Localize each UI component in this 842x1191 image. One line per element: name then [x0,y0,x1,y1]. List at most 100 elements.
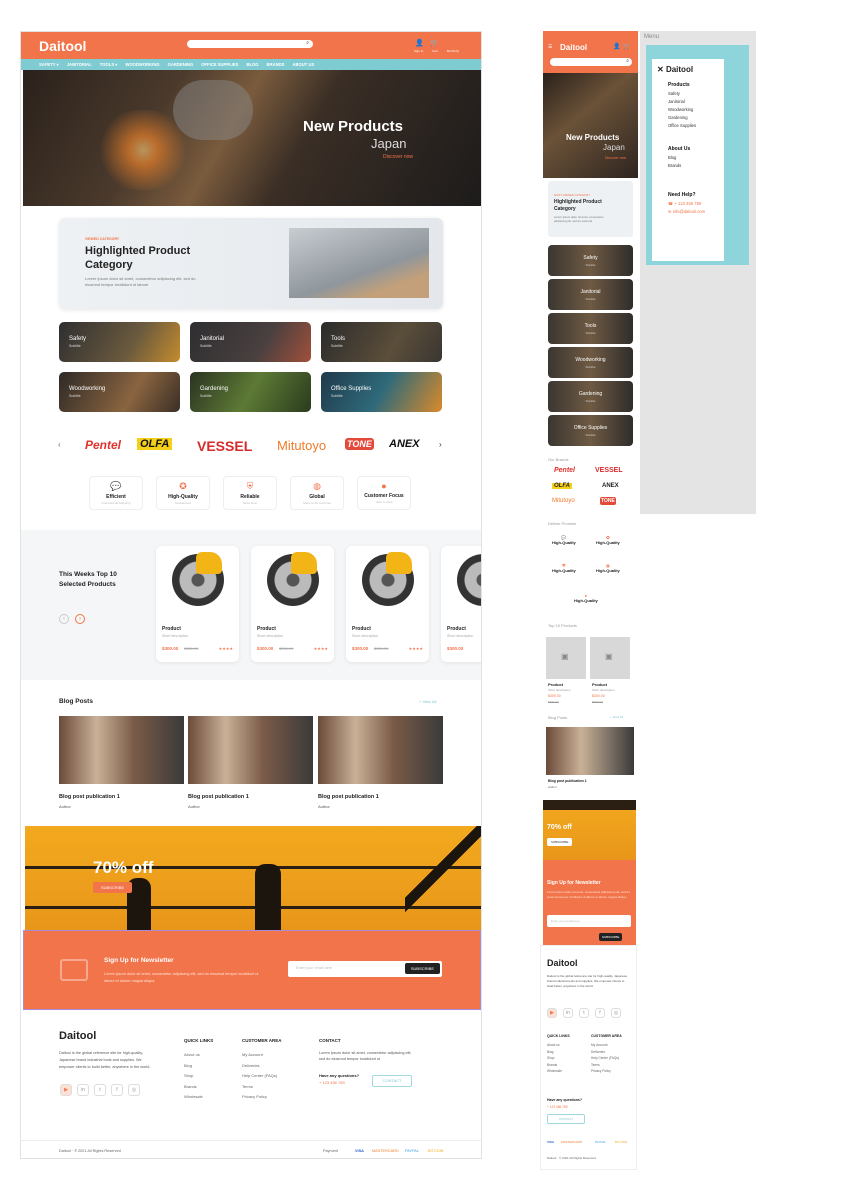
instagram-icon[interactable]: ◎ [611,1008,621,1018]
footer-link[interactable]: Help Center (FAQs) [242,1071,277,1082]
blog-post-title[interactable]: Blog post publication 1 [188,794,249,800]
brand-vessel[interactable]: VESSEL [595,467,623,474]
nav-janitorial[interactable]: JANITORIAL [67,62,92,67]
youtube-icon[interactable]: ▶ [60,1084,72,1096]
mobile-search-input[interactable]: ⌕ [550,58,632,66]
footer-link[interactable]: Deliveries [242,1061,277,1072]
user-icon[interactable]: 👤 [613,43,620,50]
nav-tools[interactable]: TOOLS ▾ [100,62,118,67]
mobile-category-office[interactable]: Office Supplies Subtitle [548,415,633,446]
close-icon[interactable]: ✕ [657,65,666,74]
brand-pentel[interactable]: Pentel [554,467,575,474]
prev-arrow-icon[interactable]: ‹ [59,614,69,624]
nav-blog[interactable]: BLOG [246,62,258,67]
nav-office[interactable]: OFFICE SUPPLIES [201,62,238,67]
menu-item[interactable]: Woodworking [668,106,696,114]
brand-tone[interactable]: TONE [600,497,616,505]
footer-link[interactable]: Wholesale [184,1092,203,1103]
contact-phone[interactable]: + 123 456 789 [319,1080,345,1085]
product-card[interactable]: Product Short description $300.00 [441,546,481,662]
linkedin-icon[interactable]: in [563,1008,573,1018]
menu-email[interactable]: ✉ info@daitool.com [668,208,705,216]
mobile-contact-button[interactable]: CONTACT [547,1114,585,1124]
instagram-icon[interactable]: ◎ [128,1084,140,1096]
signin-label[interactable]: Sign In [414,49,423,53]
cart-icon[interactable]: 🛒 [430,39,439,47]
footer-link[interactable]: My Account [242,1050,277,1061]
menu-item[interactable]: Brands [668,162,690,170]
brand-anex[interactable]: ANEX [389,438,420,450]
mobile-category-janitorial[interactable]: Janitorial Subtitle [548,279,633,310]
brand-mitutoyo[interactable]: Mitutoyo [277,438,326,453]
youtube-icon[interactable]: ▶ [547,1008,557,1018]
search-icon[interactable]: ⌕ [306,40,309,46]
twitter-icon[interactable]: t [579,1008,589,1018]
twitter-icon[interactable]: t [94,1084,106,1096]
footer-link[interactable]: Brands [184,1082,203,1093]
linkedin-icon[interactable]: in [77,1084,89,1096]
mobile-category-safety[interactable]: Safety Subtitle [548,245,633,276]
mobile-blog-image[interactable] [546,727,634,775]
mobile-category-tools[interactable]: Tools Subtitle [548,313,633,344]
search-icon[interactable]: ⌕ [626,58,629,64]
menu-item[interactable]: Safety [668,90,696,98]
menu-item[interactable]: Janitorial [668,98,696,106]
menu-item[interactable]: Gardening [668,114,696,122]
product-image-placeholder[interactable]: ▣ [546,637,586,679]
contact-button[interactable]: CONTACT [372,1075,412,1087]
mobile-hero-link[interactable]: Discover now [605,156,626,160]
menu-phone[interactable]: ☎ + 123 456 789 [668,200,705,208]
promo-subscribe-button[interactable]: SUBSCRIBE [93,882,133,893]
product-card[interactable]: Product Short description $300.00 $350.00 ★★… [346,546,429,662]
footer-link[interactable]: Shop [184,1071,203,1082]
mobile-promo-button[interactable]: SUBSCRIBE [547,838,573,846]
footer-link[interactable]: Blog [184,1061,203,1072]
mobile-blog-post[interactable]: Blog post publication 1 [548,779,587,783]
mobile-news-input[interactable]: Enter your email here [547,915,631,927]
highlight-card[interactable]: VIEWED CATEGORY Highlighted Product Cate… [59,218,443,309]
category-woodworking[interactable]: Woodworking Subtitle [59,372,180,412]
blog-view-all[interactable]: + View All [419,699,436,704]
footer-link[interactable]: Help Center (FAQs) [591,1055,619,1062]
product-card[interactable]: Product Short description $300.00 $350.00 ★★… [156,546,239,662]
nav-about[interactable]: ABOUT US [292,62,314,67]
brand-anex[interactable]: ANEX [602,483,619,489]
facebook-icon[interactable]: f [595,1008,605,1018]
facebook-icon[interactable]: f [111,1084,123,1096]
hamburger-icon[interactable]: ☰ [548,44,552,50]
mobile-category-gardening[interactable]: Gardening Subtitle [548,381,633,412]
menu-heading[interactable]: About Us [668,145,690,154]
brand-olfa[interactable]: OLFA [137,438,173,450]
footer-link[interactable]: Terms [242,1082,277,1093]
mobile-product-name[interactable]: Product [548,682,563,687]
category-tools[interactable]: Tools Subtitle [321,322,442,362]
mobile-category-woodworking[interactable]: Woodworking Subtitle [548,347,633,378]
next-arrow-icon[interactable]: › [75,614,85,624]
chevron-left-icon[interactable]: ‹ [58,440,61,449]
brand-olfa[interactable]: OLFA [552,483,572,489]
footer-link[interactable]: Privacy Policy [242,1092,277,1103]
mobile-footer-logo[interactable]: Daitool [547,958,578,968]
menu-item[interactable]: Blog [668,154,690,162]
user-icon[interactable]: 👤 [415,39,424,47]
newsletter-subscribe-button[interactable]: SUBSCRIBE [404,963,440,974]
hero-link[interactable]: Discover now [383,154,413,160]
category-safety[interactable]: Safety Subtitle [59,322,180,362]
nav-safety[interactable]: SAFETY ▾ [39,62,59,67]
footer-logo[interactable]: Daitool [59,1030,96,1042]
product-card[interactable]: Product Short description $300.00 $350.00 ★★… [251,546,334,662]
mobile-logo[interactable]: Daitool [560,43,587,52]
cart-icon[interactable]: 🛒 [623,43,630,50]
mobile-product-name[interactable]: Product [592,682,607,687]
newsletter-email-input[interactable]: Enter your email here SUBSCRIBE [288,961,442,977]
footer-link[interactable]: Privacy Policy [591,1068,619,1075]
blog-image[interactable] [318,716,443,784]
chevron-right-icon[interactable]: › [439,440,442,449]
footer-link[interactable]: About us [184,1050,203,1061]
nav-woodworking[interactable]: WOODWORKING [125,62,159,67]
mobile-phone[interactable]: + 123 456 789 [547,1105,567,1109]
brand-mitutoyo[interactable]: Mitutoyo [552,498,575,504]
brand-vessel[interactable]: VESSEL [197,438,252,454]
mobile-highlight-card[interactable]: MOST VIEWED CATEGORY Highlighted Product… [548,181,633,237]
footer-link[interactable]: Wholesale [547,1068,562,1075]
